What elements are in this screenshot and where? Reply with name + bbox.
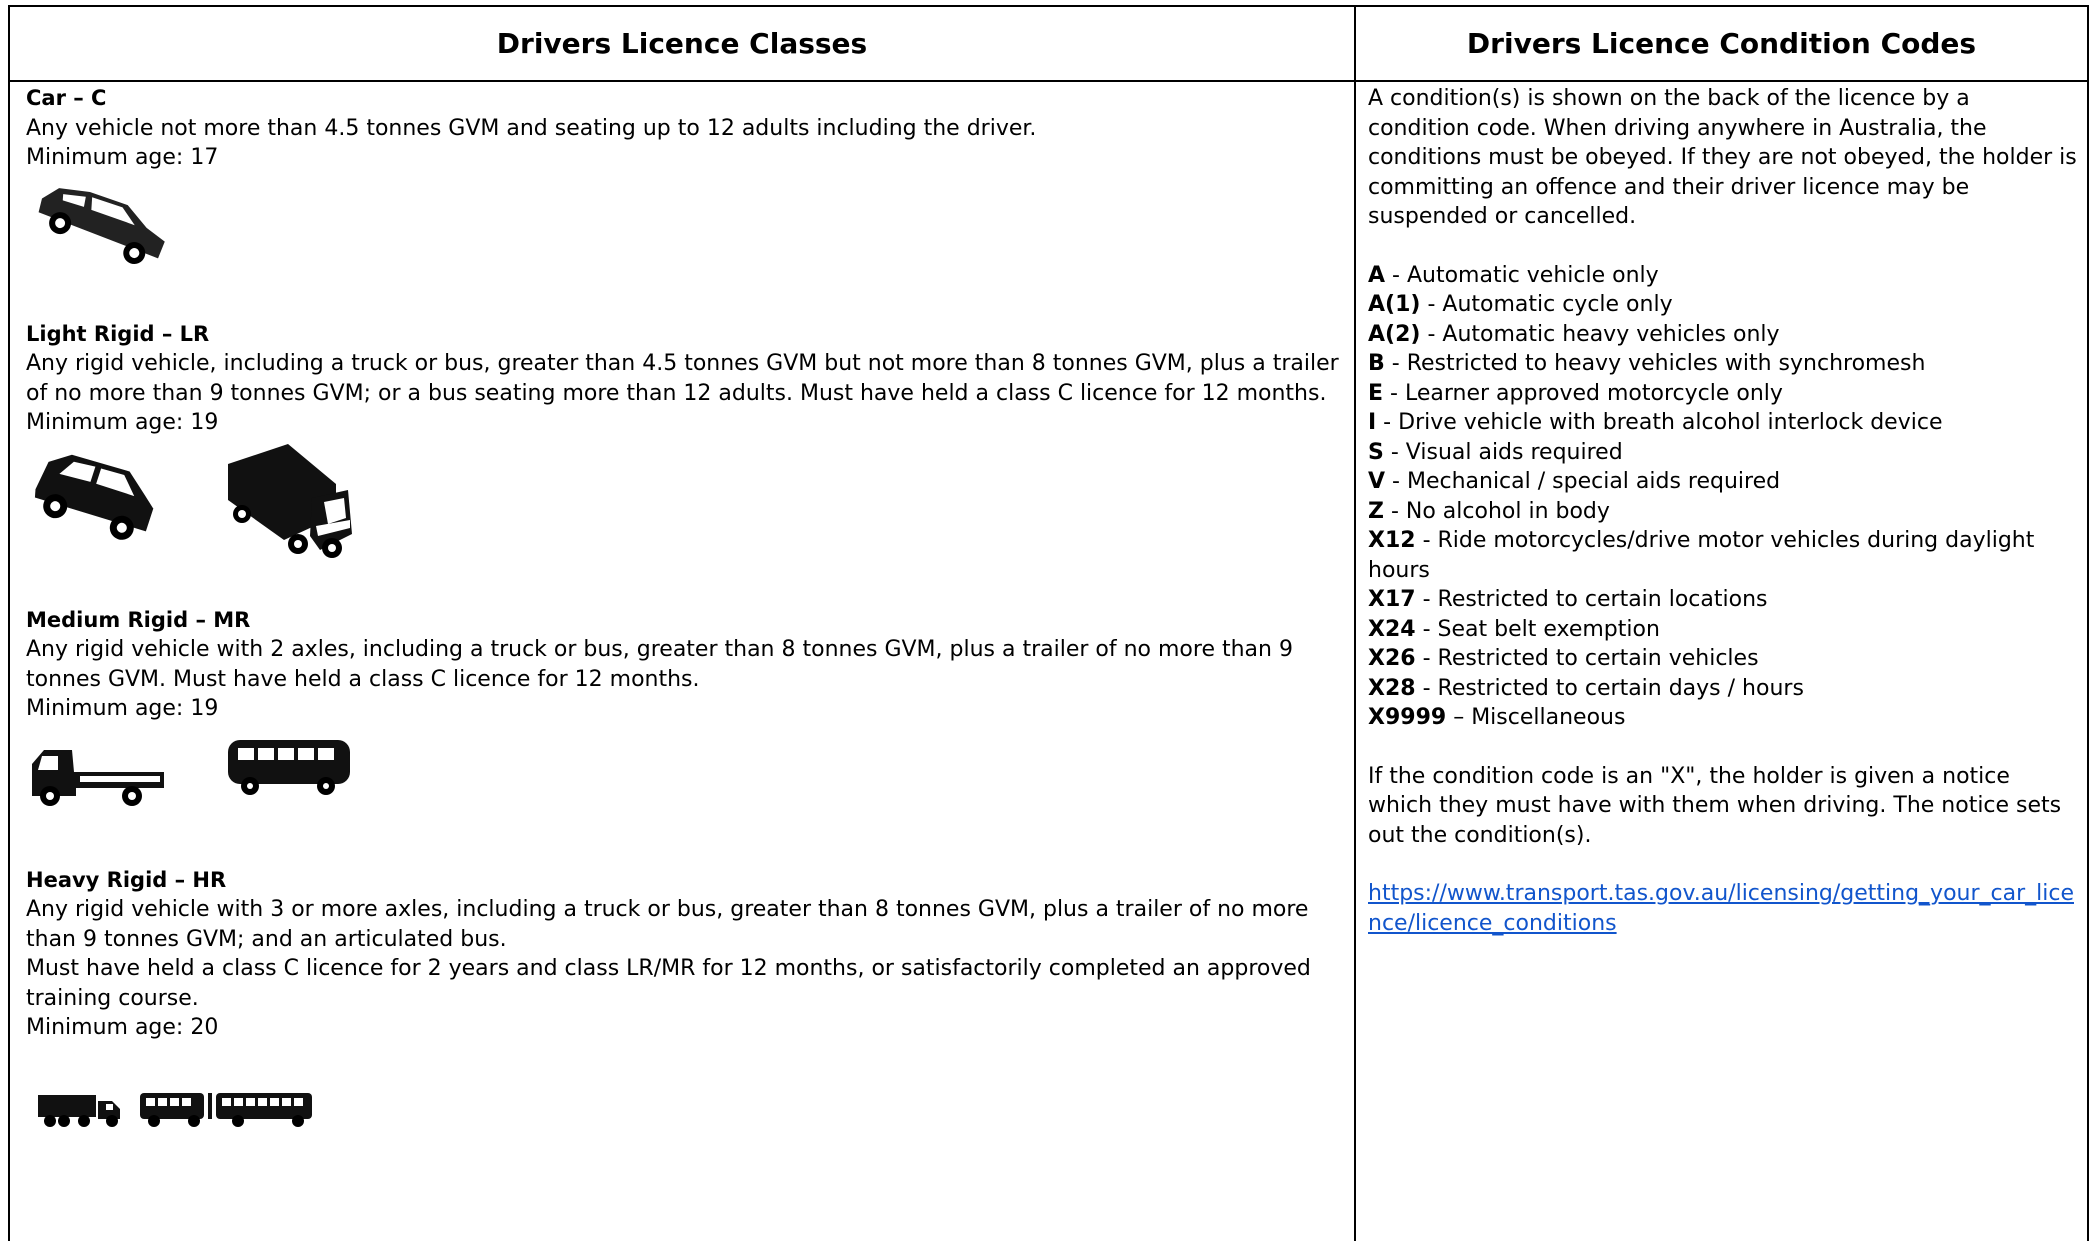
condition-code-description: Automatic cycle only [1442,292,1673,317]
condition-code-item: A(2) - Automatic heavy vehicles only [1368,320,2078,350]
condition-code-description: Restricted to certain days / hours [1437,675,1804,701]
bus-icon [228,739,350,795]
class-min-age: Minimum age: 19 [26,410,219,435]
classes-column: Car – C Any vehicle not more than 4.5 to… [26,84,1344,1143]
condition-code-description: Restricted to certain locations [1437,587,1768,612]
condition-code-description: Learner approved motorcycle only [1404,380,1783,406]
column-divider [1354,7,1356,1241]
flatbed-truck-icon [32,749,164,806]
class-min-age: Minimum age: 19 [26,696,219,721]
condition-code: E [1368,380,1384,406]
condition-code-item: E - Learner approved motorcycle only [1368,379,2078,409]
condition-code-separator: - [1415,616,1438,642]
condition-code-description: Ride motorcycles/drive motor vehicles du… [1368,528,2035,583]
class-title: Light Rigid – LR [26,321,210,346]
condition-code-item: X24 - Seat belt exemption [1368,615,2078,645]
condition-code-separator: - [1385,262,1407,288]
classes-header: Drivers Licence Classes [496,27,868,60]
condition-code-separator: - [1415,528,1438,553]
condition-code: V [1368,469,1386,494]
condition-code-item: S - Visual aids required [1368,438,2078,468]
conditions-intro: A condition(s) is shown on the back of t… [1368,86,2077,229]
condition-code-item: X12 - Ride motorcycles/drive motor vehic… [1368,526,2078,585]
notice-paragraph: If the condition code is an "X", the hol… [1368,763,2062,848]
class-description: Any rigid vehicle with 2 axles, includin… [26,637,1293,692]
condition-code-item: I - Drive vehicle with breath alcohol in… [1368,408,2078,438]
condition-code-separator: - [1384,351,1407,376]
class-description-2: Must have held a class C licence for 2 y… [26,956,1311,1011]
condition-code: A(1) [1368,292,1421,317]
condition-code: B [1368,351,1385,376]
condition-code-separator: - [1383,380,1405,406]
class-min-age: Minimum age: 17 [26,145,219,170]
class-icons [26,1043,1344,1143]
class-title: Heavy Rigid – HR [26,867,227,892]
condition-code-item: A - Automatic vehicle only [1368,261,2078,291]
condition-code-item: X9999 – Miscellaneous [1368,703,2078,733]
condition-codes-list: A - Automatic vehicle only A(1) - Automat… [1368,261,2078,733]
condition-code-description: Automatic heavy vehicles only [1442,321,1780,347]
licence-table: Drivers Licence Classes Drivers Licence … [8,5,2089,1241]
condition-code-description: Mechanical / special aids required [1406,469,1781,494]
condition-code-separator: – [1446,705,1472,730]
condition-code-description: Miscellaneous [1471,705,1626,730]
conditions-column: A condition(s) is shown on the back of t… [1368,84,2078,938]
condition-code-item: B - Restricted to heavy vehicles with sy… [1368,349,2078,379]
condition-code-description: Drive vehicle with breath alcohol interl… [1398,410,1943,435]
heavy-truck-icon [38,1094,120,1127]
condition-code: X28 [1368,675,1416,701]
condition-code-item: A(1) - Automatic cycle only [1368,290,2078,320]
condition-code: X9999 [1368,705,1447,730]
condition-code-separator: - [1383,439,1406,465]
condition-code: A(2) [1368,321,1421,347]
condition-code-separator: - [1420,292,1443,317]
condition-code-description: Visual aids required [1405,439,1623,465]
condition-code-description: Automatic vehicle only [1406,262,1659,288]
van-icon [34,454,154,540]
condition-code-item: X28 - Restricted to certain days / hours [1368,674,2078,704]
condition-code-description: Restricted to heavy vehicles with synchr… [1406,351,1926,376]
condition-code-item: V - Mechanical / special aids required [1368,467,2078,497]
condition-code-description: No alcohol in body [1405,498,1610,524]
class-light-rigid: Light Rigid – LR Any rigid vehicle, incl… [26,320,1344,568]
class-car: Car – C Any vehicle not more than 4.5 to… [26,84,1344,277]
condition-code: X17 [1368,587,1416,612]
condition-code-item: X26 - Restricted to certain vehicles [1368,644,2078,674]
condition-code-description: Restricted to certain vehicles [1437,646,1759,671]
condition-code-item: X17 - Restricted to certain locations [1368,585,2078,615]
class-description: Any rigid vehicle with 3 or more axles, … [26,897,1309,952]
header-divider [10,80,2087,82]
condition-code-separator: - [1415,675,1438,701]
class-icons [26,724,1344,832]
condition-code: I [1368,410,1377,435]
box-truck-icon [228,443,352,558]
class-title: Medium Rigid – MR [26,607,251,632]
class-description: Any rigid vehicle, including a truck or … [26,351,1339,406]
class-min-age: Minimum age: 20 [26,1015,219,1040]
class-heavy-rigid: Heavy Rigid – HR Any rigid vehicle with … [26,866,1344,1143]
condition-code: S [1368,439,1384,465]
condition-code-description: Seat belt exemption [1437,616,1660,642]
condition-code: X26 [1368,646,1416,671]
condition-code: X12 [1368,528,1416,553]
licence-conditions-link[interactable]: https://www.transport.tas.gov.au/licensi… [1368,881,2074,936]
class-icons [26,438,1344,568]
class-title: Car – C [26,86,107,110]
class-description: Any vehicle not more than 4.5 tonnes GVM… [26,115,1037,141]
condition-code-item: Z - No alcohol in body [1368,497,2078,527]
condition-code: X24 [1368,616,1416,642]
class-medium-rigid: Medium Rigid – MR Any rigid vehicle with… [26,606,1344,832]
conditions-header: Drivers Licence Condition Codes [1466,27,1977,60]
class-icons [26,173,1344,277]
condition-code: Z [1368,498,1384,524]
condition-code-separator: - [1376,410,1399,435]
condition-code-separator: - [1420,321,1443,347]
condition-code-separator: - [1385,469,1407,494]
condition-code-separator: - [1415,646,1438,671]
car-icon [38,187,165,264]
condition-code-separator: - [1415,587,1438,612]
articulated-bus-icon [140,1092,312,1127]
condition-code-separator: - [1383,498,1406,524]
condition-code: A [1368,262,1386,288]
